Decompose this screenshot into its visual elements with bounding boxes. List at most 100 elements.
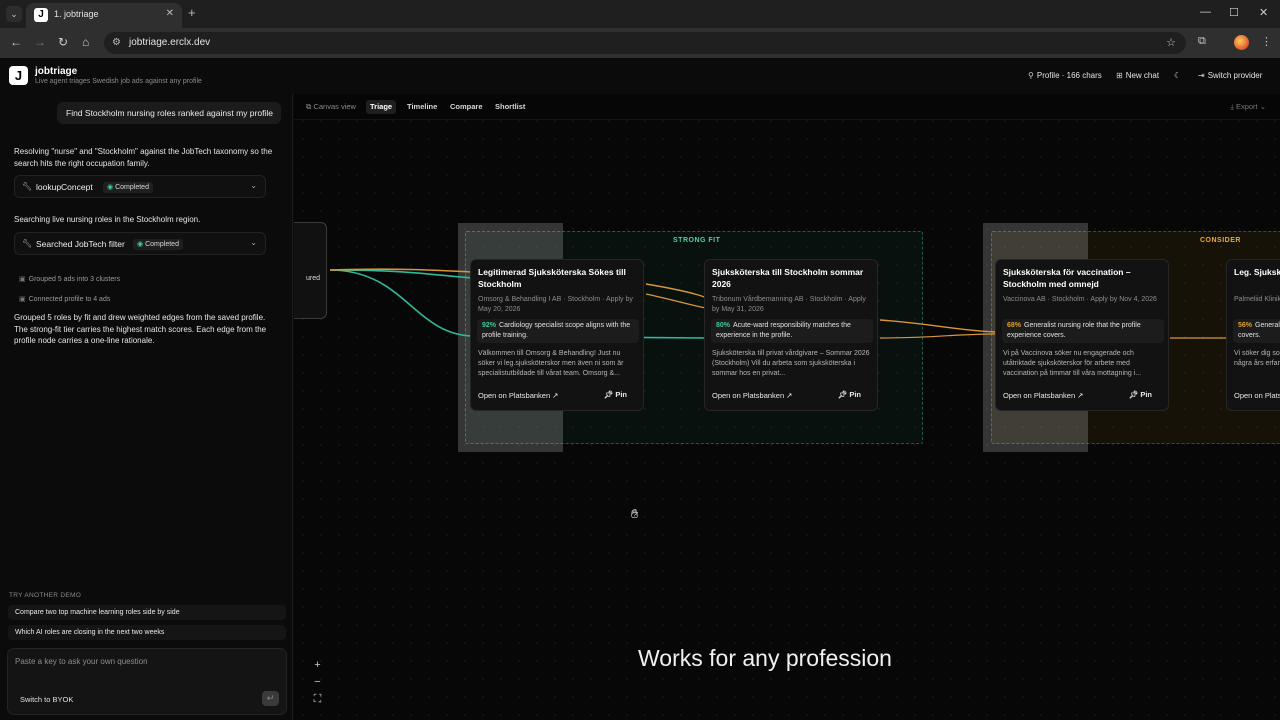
match-score: 56% <box>1238 322 1253 329</box>
job-meta: Tribonum Vårdbemanning AB · Stockholm · … <box>712 296 866 313</box>
new-chat-label: New chat <box>1125 71 1160 80</box>
match-rationale: 68% Generalist nursing role that the prof… <box>1002 319 1164 343</box>
video-caption: Works for any profession <box>638 645 892 671</box>
job-title: Legitimerad Sjuksköterska Sökes till Sto… <box>478 267 626 289</box>
match-rationale: 80% Acute-ward responsibility matches the… <box>711 319 873 343</box>
open-platsbanken-link[interactable]: Open on Platsbanken ↗ <box>1003 391 1084 400</box>
send-icon[interactable]: ↵ <box>262 691 279 706</box>
tab-search-icon[interactable]: ⌄ <box>6 6 22 22</box>
tab-favicon-icon: J <box>34 8 48 22</box>
open-link-label: Open on Platsbanken <box>712 391 785 400</box>
match-text: Generalist nursing role that the profile… <box>1007 322 1141 339</box>
profile-button[interactable]: ⚲ Profile · 166 chars <box>1028 71 1102 80</box>
check-icon: ◉ <box>107 184 114 191</box>
switch-provider-button[interactable]: ⇥ Switch provider <box>1198 71 1262 80</box>
maximize-icon[interactable]: ☐ <box>1229 6 1239 19</box>
job-description: Välkommen till Omsorg & Behandling! Just… <box>478 350 624 377</box>
external-link-icon: ↗ <box>786 391 793 400</box>
status-text: Completed <box>115 184 149 191</box>
job-description: Vi söker dig som är leg. sjuksköterska o… <box>1234 350 1280 367</box>
match-score: 80% <box>716 322 731 329</box>
star-icon[interactable]: ☆ <box>1166 36 1176 49</box>
browser-tab[interactable]: J 1. jobtriage ✕ <box>26 3 182 28</box>
pin-button[interactable]: 📌︎ Pin <box>1129 390 1152 399</box>
pin-button[interactable]: 📌︎ Pin <box>604 390 627 399</box>
window-close-icon[interactable]: ✕ <box>1259 6 1268 19</box>
open-link-label: Open on Platsbanken <box>478 391 551 400</box>
status-badge: ◉ Completed <box>133 239 183 250</box>
wrench-icon: 🔧︎ <box>22 182 33 191</box>
address-bar[interactable]: ⚙ jobtriage.erclx.dev ☆ <box>104 32 1186 54</box>
plus-icon[interactable]: + <box>188 5 196 20</box>
extensions-icon[interactable]: ⧉ <box>1198 35 1206 48</box>
pin-icon: 📌︎ <box>603 390 614 399</box>
switch-icon: ⇥ <box>1198 71 1205 80</box>
open-link-label: Open on Platsbanken <box>1234 391 1280 400</box>
chat-panel: Find Stockholm nursing roles ranked agai… <box>0 94 293 720</box>
match-rationale: 92% Cardiology specialist scope aligns wi… <box>477 319 639 343</box>
minimize-icon[interactable]: — <box>1200 6 1211 18</box>
reload-icon[interactable]: ↻ <box>58 35 68 49</box>
home-icon[interactable]: ⌂ <box>82 35 89 49</box>
fit-view-icon[interactable]: ⛶ <box>309 691 326 708</box>
composer-input[interactable]: Paste a key to ask your own question <box>15 657 148 666</box>
zoom-out-icon[interactable]: − <box>309 674 326 691</box>
step-text: Grouped 5 ads into 3 clusters <box>28 276 121 283</box>
tool-call-lookup[interactable]: 🔧︎ lookupConcept ◉ Completed ⌄ <box>14 175 266 198</box>
forward-icon[interactable]: → <box>34 35 46 49</box>
suggestion-item[interactable]: Compare two top machine learning roles s… <box>8 605 286 620</box>
job-card[interactable]: Leg. Sjuksköterska Sommar 2026 Palmeliid… <box>1226 259 1280 411</box>
app-subtitle: Live agent triages Swedish job ads again… <box>35 78 202 85</box>
link-icon: ▣ <box>19 296 26 303</box>
canvas[interactable]: ⧉ Canvas view Triage Timeline Compare Sh… <box>294 94 1280 720</box>
pin-button[interactable]: 📌︎ Pin <box>838 390 861 399</box>
step-item: ▣ Connected profile to 4 ads <box>19 295 110 303</box>
assistant-message: Resolving "nurse" and "Stockholm" agains… <box>14 147 273 168</box>
job-card[interactable]: Sjuksköterska till Stockholm sommar 2026… <box>704 259 878 411</box>
suggestion-item[interactable]: Which AI roles are closing in the next t… <box>8 625 286 640</box>
zoom-controls: + − ⛶ <box>309 657 326 708</box>
hand-cursor-icon: ✋︎ <box>631 506 639 521</box>
job-meta: Omsorg & Behandling I AB · Stockholm · A… <box>478 296 633 313</box>
new-chat-button[interactable]: ⊞ New chat <box>1116 71 1159 80</box>
app-header: J jobtriage Live agent triages Swedish j… <box>0 58 1280 94</box>
external-link-icon: ↗ <box>552 391 559 400</box>
zoom-in-icon[interactable]: + <box>309 657 326 674</box>
cluster-icon: ▣ <box>19 276 26 283</box>
profile-button-label: Profile · 166 chars <box>1036 71 1102 80</box>
profile-node[interactable]: ured <box>294 222 327 319</box>
job-title: Leg. Sjuksköterska Sommar 2026 <box>1234 267 1280 277</box>
new-chat-icon: ⊞ <box>1116 71 1123 80</box>
close-icon[interactable]: ✕ <box>166 8 174 19</box>
kebab-icon[interactable]: ⋮ <box>1261 35 1272 48</box>
job-meta: Vaccinova AB · Stockholm · Apply by Nov … <box>1003 296 1157 303</box>
composer[interactable]: Paste a key to ask your own question Swi… <box>7 648 287 715</box>
status-text: Completed <box>145 241 179 248</box>
open-link-label: Open on Platsbanken <box>1003 391 1076 400</box>
job-title: Sjuksköterska för vaccination – Stockhol… <box>1003 267 1131 289</box>
match-text: Acute-ward responsibility matches the ex… <box>716 322 851 339</box>
back-icon[interactable]: ← <box>10 35 22 49</box>
edge-consider-4 <box>879 319 997 333</box>
switch-provider-label: Switch provider <box>1207 71 1263 80</box>
switch-byok-button[interactable]: Switch to BYOK <box>20 695 73 704</box>
open-platsbanken-link[interactable]: Open on Platsbanken ↗ <box>1234 391 1280 400</box>
job-card[interactable]: Sjuksköterska för vaccination – Stockhol… <box>995 259 1169 411</box>
theme-toggle-icon[interactable]: ☾ <box>1174 71 1181 80</box>
tool-call-search[interactable]: 🔧︎ Searched JobTech filter ◉ Completed ⌄ <box>14 232 266 255</box>
job-card[interactable]: Legitimerad Sjuksköterska Sökes till Sto… <box>470 259 644 411</box>
user-icon: ⚲ <box>1028 71 1034 80</box>
open-platsbanken-link[interactable]: Open on Platsbanken ↗ <box>478 391 559 400</box>
chevron-down-icon[interactable]: ⌄ <box>250 181 257 190</box>
check-icon: ◉ <box>137 241 144 248</box>
avatar[interactable] <box>1234 35 1249 50</box>
edge-consider-2 <box>645 283 709 301</box>
profile-node-label: ured <box>305 275 320 282</box>
app-logo: J <box>9 66 28 85</box>
job-description: Vi på Vaccinova söker nu engagerade och … <box>1003 350 1142 377</box>
job-meta: Palmeliid Kliniken · Apply by May 28, 20… <box>1234 296 1280 303</box>
edge-consider-3 <box>645 293 707 309</box>
chevron-down-icon[interactable]: ⌄ <box>250 238 257 247</box>
open-platsbanken-link[interactable]: Open on Platsbanken ↗ <box>712 391 793 400</box>
site-info-icon[interactable]: ⚙ <box>112 37 121 48</box>
